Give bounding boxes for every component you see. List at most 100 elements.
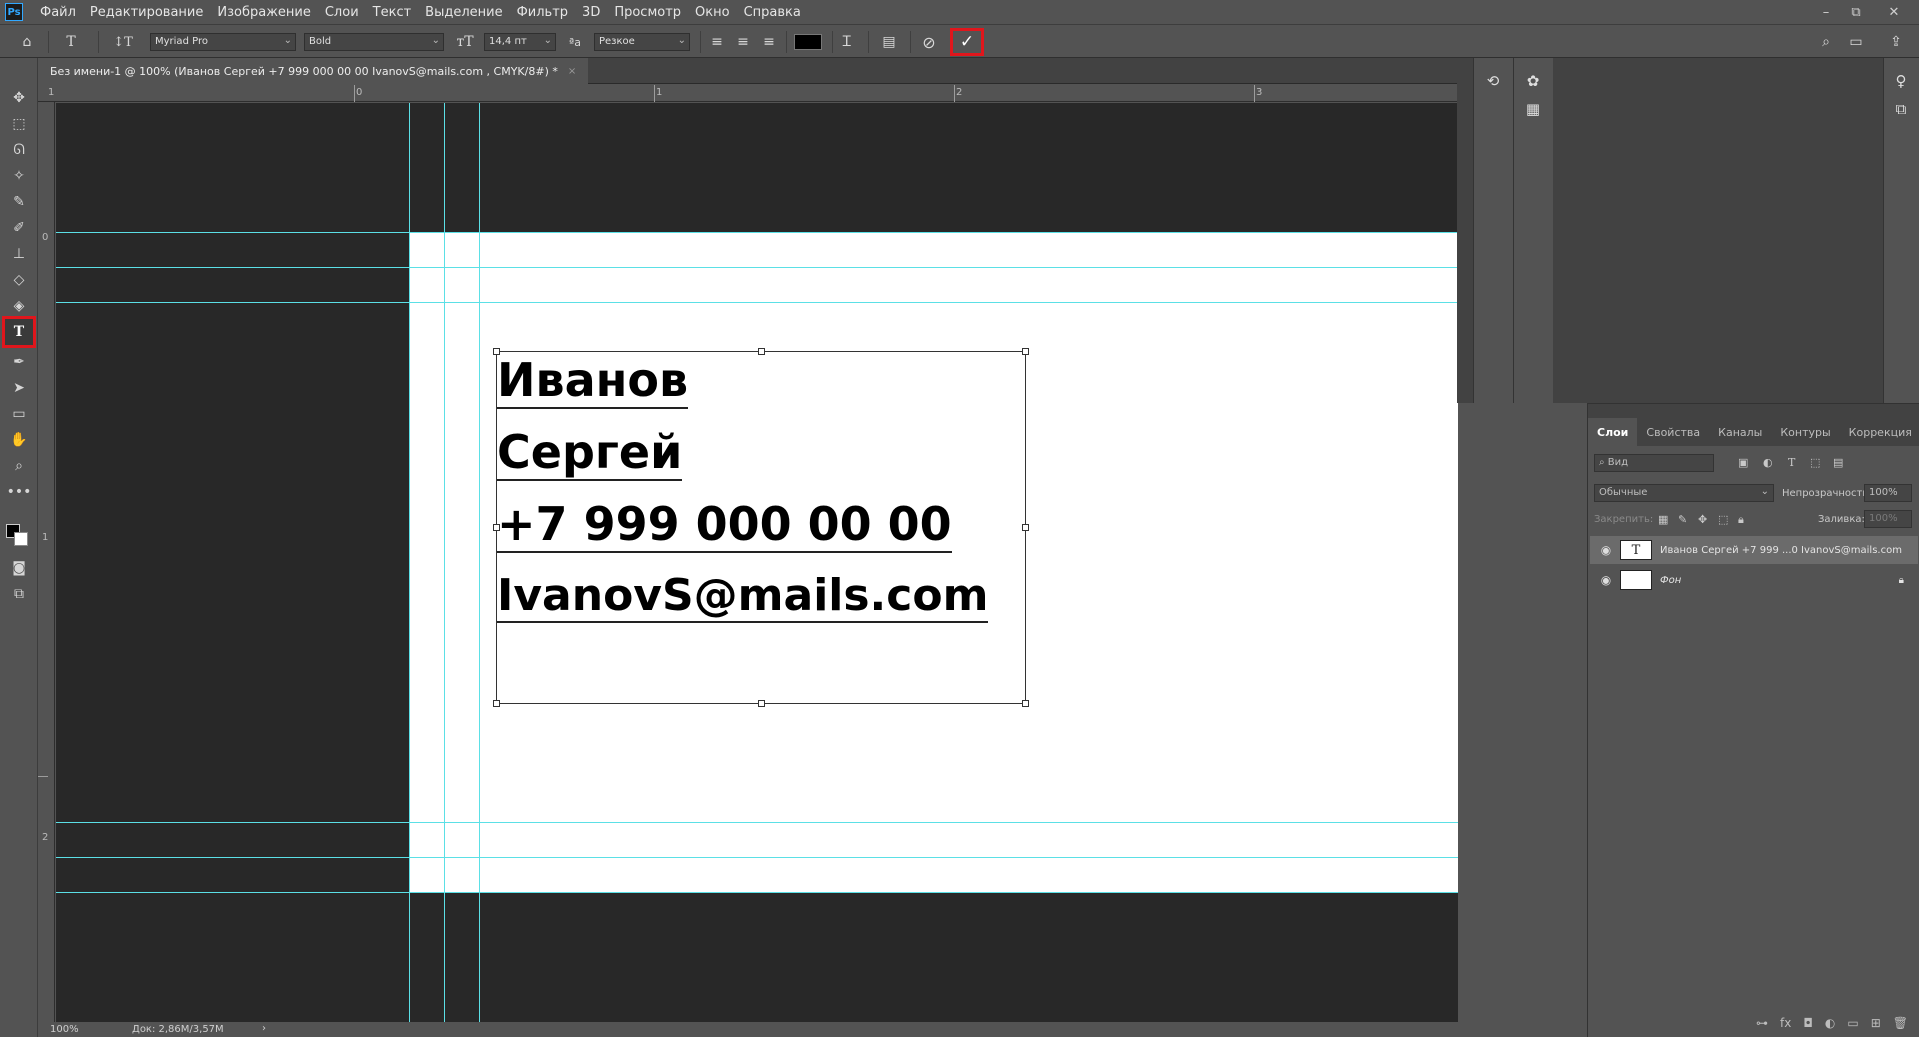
lock-position-icon[interactable]: ✥ (1698, 513, 1707, 526)
path-selection-tool-icon[interactable]: ➤ (6, 376, 32, 400)
layer-row-background[interactable]: ◉ Фон 🔒︎ (1590, 566, 1918, 594)
stamp-tool-icon[interactable]: ⊥ (6, 242, 32, 266)
align-left-icon[interactable]: ≡ (706, 31, 728, 53)
swatches-grid-icon[interactable]: ▦ (1522, 98, 1544, 120)
minimize-button[interactable]: – (1812, 0, 1840, 24)
layer-name[interactable]: Фон (1660, 575, 1681, 586)
learn-lightbulb-icon[interactable]: ♀ (1890, 70, 1912, 92)
menu-file[interactable]: Файл (33, 5, 83, 20)
paint-bucket-tool-icon[interactable]: ◈ (6, 294, 32, 318)
lock-pixels-icon[interactable]: ✎ (1678, 513, 1687, 526)
menu-help[interactable]: Справка (737, 5, 808, 20)
menu-select[interactable]: Выделение (418, 5, 509, 20)
menu-type[interactable]: Текст (366, 5, 419, 20)
tab-properties[interactable]: Свойства (1637, 418, 1709, 446)
align-right-icon[interactable]: ≡ (758, 31, 780, 53)
guide-vertical[interactable] (444, 103, 445, 1022)
menu-edit[interactable]: Редактирование (83, 5, 210, 20)
menu-view[interactable]: Просмотр (607, 5, 688, 20)
background-color-swatch[interactable] (14, 532, 28, 546)
lock-all-icon[interactable]: 🔒︎ (1738, 513, 1744, 527)
document-tab[interactable]: Без имени-1 @ 100% (Иванов Сергей +7 999… (38, 58, 589, 84)
text-color-swatch[interactable] (794, 34, 822, 50)
zoom-tool-icon[interactable]: ⌕ (6, 454, 32, 478)
transform-handle[interactable] (493, 700, 500, 707)
guide-horizontal[interactable] (56, 892, 1458, 893)
visibility-eye-icon[interactable]: ◉ (1596, 573, 1616, 587)
guide-horizontal[interactable] (56, 857, 1458, 858)
tab-layers[interactable]: Слои (1588, 418, 1638, 446)
guide-horizontal[interactable] (56, 232, 1458, 233)
filter-adjustment-icon[interactable]: ◐ (1763, 456, 1773, 469)
new-group-folder-icon[interactable]: ▭ (1847, 1016, 1858, 1030)
restore-button[interactable]: ⧉ (1842, 0, 1870, 24)
add-mask-icon[interactable]: ◘ (1803, 1016, 1813, 1030)
warp-text-icon[interactable]: Ꮖ (836, 31, 858, 53)
filter-shape-icon[interactable]: ⬚ (1810, 456, 1820, 469)
move-tool-icon[interactable]: ✥ (6, 86, 32, 110)
align-center-icon[interactable]: ≡ (732, 31, 754, 53)
filter-pixel-icon[interactable]: ▣ (1738, 456, 1748, 469)
guide-vertical[interactable] (409, 103, 410, 1022)
menu-image[interactable]: Изображение (210, 5, 317, 20)
close-window-button[interactable]: ✕ (1880, 0, 1908, 24)
color-wheel-icon[interactable]: ✿ (1522, 70, 1544, 92)
tab-adjustments[interactable]: Коррекция (1840, 418, 1919, 446)
new-layer-icon[interactable]: ⊞ (1871, 1016, 1881, 1030)
lock-artboard-icon[interactable]: ⬚ (1718, 513, 1728, 526)
font-style-select[interactable]: Bold ⌄ (304, 33, 444, 51)
font-size-select[interactable]: 14,4 пт ⌄ (484, 33, 556, 51)
layer-row-text[interactable]: ◉ T Иванов Сергей +7 999 ...0 IvanovS@ma… (1590, 536, 1918, 564)
filter-type-icon[interactable]: T (1788, 456, 1795, 469)
libraries-icon[interactable]: ⧉ (1890, 98, 1912, 120)
layer-name[interactable]: Иванов Сергей +7 999 ...0 IvanovS@mails.… (1660, 545, 1902, 556)
status-arrow-icon[interactable]: › (262, 1023, 266, 1034)
filter-smart-object-icon[interactable]: ▤ (1833, 456, 1843, 469)
tab-channels[interactable]: Каналы (1709, 418, 1771, 446)
blend-mode-select[interactable]: Обычные ⌄ (1594, 484, 1774, 502)
lock-transparent-icon[interactable]: ▦ (1658, 513, 1668, 526)
share-icon[interactable]: ⇪ (1885, 31, 1907, 53)
character-panel-icon[interactable]: ▤ (878, 31, 900, 53)
guide-horizontal[interactable] (56, 302, 1458, 303)
guide-horizontal[interactable] (56, 822, 1458, 823)
home-icon[interactable]: ⌂ (16, 31, 38, 53)
text-orientation-icon[interactable]: ↕T (112, 31, 134, 53)
lasso-tool-icon[interactable]: ᘏ (6, 138, 32, 162)
more-tools-icon[interactable]: ••• (6, 480, 32, 504)
screen-mode-icon[interactable]: ⧉ (6, 582, 32, 606)
type-tool-preset-icon[interactable]: T (60, 31, 82, 53)
transform-handle[interactable] (1022, 700, 1029, 707)
font-family-select[interactable]: Myriad Pro ⌄ (150, 33, 296, 51)
magic-wand-tool-icon[interactable]: ✧ (6, 164, 32, 188)
transform-handle[interactable] (1022, 348, 1029, 355)
layer-filter-input[interactable]: ⌕ Вид (1594, 454, 1714, 472)
text-bounding-box[interactable] (493, 348, 1029, 707)
close-tab-icon[interactable]: × (568, 66, 576, 77)
rectangle-tool-icon[interactable]: ▭ (6, 402, 32, 426)
tab-paths[interactable]: Контуры (1771, 418, 1839, 446)
layer-style-fx-icon[interactable]: fx (1780, 1016, 1791, 1030)
opacity-input[interactable]: 100% (1864, 484, 1912, 502)
menu-layers[interactable]: Слои (318, 5, 366, 20)
pen-tool-icon[interactable]: ✒ (6, 350, 32, 374)
brush-tool-icon[interactable]: ✐ (6, 216, 32, 240)
menu-window[interactable]: Окно (688, 5, 737, 20)
transform-handle[interactable] (758, 700, 765, 707)
history-icon[interactable]: ⟲ (1482, 70, 1504, 92)
new-adjustment-layer-icon[interactable]: ◐ (1825, 1016, 1835, 1030)
transform-handle[interactable] (758, 348, 765, 355)
transform-handle[interactable] (1022, 524, 1029, 531)
marquee-tool-icon[interactable]: ⬚ (6, 112, 32, 136)
menu-3d[interactable]: 3D (575, 5, 607, 20)
transform-handle[interactable] (493, 524, 500, 531)
hand-tool-icon[interactable]: ✋ (6, 428, 32, 452)
fill-input[interactable]: 100% (1864, 510, 1912, 528)
antialias-select[interactable]: Резкое ⌄ (594, 33, 690, 51)
visibility-eye-icon[interactable]: ◉ (1596, 543, 1616, 557)
eyedropper-tool-icon[interactable]: ✎ (6, 190, 32, 214)
link-layers-icon[interactable]: ⊶ (1756, 1016, 1768, 1030)
guide-vertical[interactable] (479, 103, 480, 1022)
commit-checkmark-button[interactable]: ✓ (950, 28, 984, 56)
search-icon[interactable]: ⌕ (1815, 31, 1837, 53)
